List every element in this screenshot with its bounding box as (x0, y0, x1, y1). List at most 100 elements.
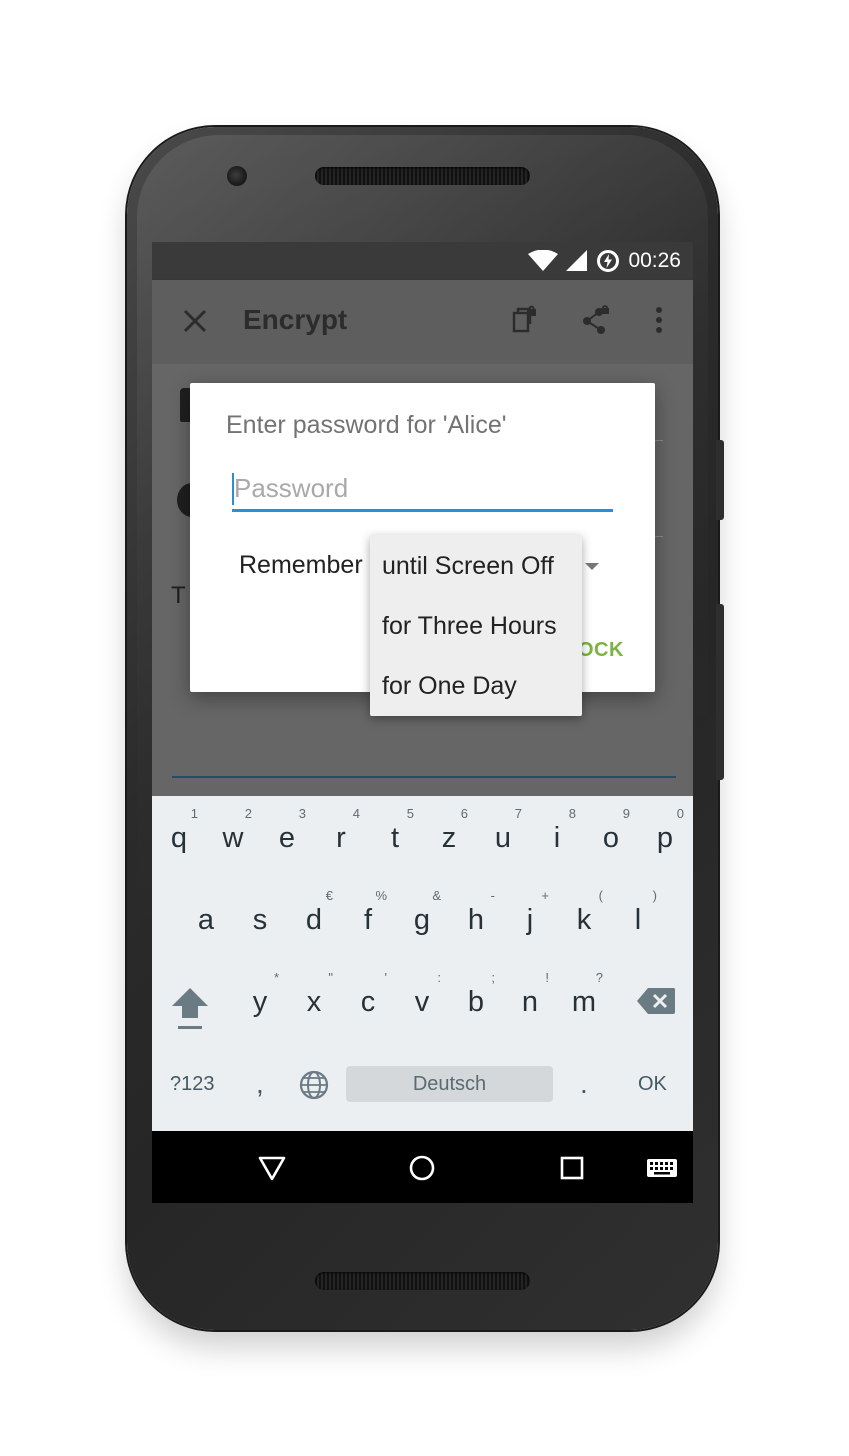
period-key[interactable]: . (580, 1068, 588, 1100)
close-icon[interactable] (180, 306, 210, 336)
key-label: q (170, 822, 188, 854)
status-time: 00:26 (628, 249, 681, 272)
content-text: T (171, 582, 186, 609)
backspace-icon[interactable] (636, 987, 676, 1015)
key-l[interactable]: l) (611, 888, 665, 938)
password-underline (232, 509, 613, 512)
symbols-key[interactable]: ?123 (170, 1073, 215, 1096)
home-icon[interactable] (407, 1153, 437, 1183)
ok-key[interactable]: OK (638, 1073, 667, 1096)
volume-button (716, 440, 724, 520)
key-d[interactable]: d € (287, 888, 341, 938)
key-a[interactable]: a (179, 902, 233, 938)
key-hint: " (328, 970, 333, 985)
overflow-menu-icon[interactable] (643, 304, 675, 336)
keyboard-switch-icon[interactable] (646, 1153, 678, 1183)
key-y[interactable]: y * (233, 970, 287, 1020)
key-hint: ' (384, 970, 387, 985)
key-z[interactable]: z6 (422, 806, 476, 856)
key-u[interactable]: u7 (476, 806, 530, 856)
key-hint: : (437, 970, 441, 985)
language-globe-icon[interactable] (298, 1069, 330, 1101)
key-label: n (521, 986, 539, 1018)
key-label: e (278, 822, 296, 854)
key-n[interactable]: n! (503, 970, 557, 1020)
key-p[interactable]: p0 (638, 806, 692, 856)
screen: 00:26 Encrypt T Enter password for 'Alic… (152, 242, 693, 1203)
key-hint: 1 (190, 806, 198, 821)
key-m[interactable]: m? (557, 970, 611, 1020)
unlock-button[interactable]: OCK (578, 639, 624, 662)
key-hint: ? (595, 970, 603, 985)
dropdown-option[interactable]: for One Day (382, 672, 517, 701)
key-hint: & (432, 888, 441, 903)
key-hint: 7 (514, 806, 522, 821)
key-hint: ( (598, 888, 603, 903)
password-field[interactable]: Password (232, 469, 613, 512)
key-w[interactable]: w2 (206, 806, 260, 856)
key-label: x (306, 986, 322, 1018)
key-label: g (413, 904, 431, 936)
key-c[interactable]: c ' (341, 970, 395, 1020)
key-hint: 4 (352, 806, 360, 821)
key-s[interactable]: s (233, 902, 287, 938)
key-hint: 8 (568, 806, 576, 821)
key-e[interactable]: e3 (260, 806, 314, 856)
key-hint: 9 (622, 806, 630, 821)
key-h[interactable]: h- (449, 888, 503, 938)
toolbar-title: Encrypt (243, 304, 348, 335)
front-camera (227, 166, 247, 186)
remember-label: Remember (239, 551, 363, 579)
key-o[interactable]: o9 (584, 806, 638, 856)
key-hint: + (541, 888, 549, 903)
share-encrypted-icon[interactable] (579, 304, 611, 336)
recents-icon[interactable] (557, 1153, 587, 1183)
space-bar[interactable]: Deutsch (346, 1066, 553, 1102)
back-icon[interactable] (257, 1153, 287, 1183)
key-x[interactable]: x " (287, 970, 341, 1020)
wifi-icon (528, 250, 559, 271)
key-label: p (656, 822, 674, 854)
key-t[interactable]: t5 (368, 806, 422, 856)
dropdown-option[interactable]: for Three Hours (382, 612, 557, 641)
signal-icon (566, 250, 588, 271)
key-label: w (222, 822, 244, 854)
key-hint: 5 (406, 806, 414, 821)
key-j[interactable]: j + (503, 888, 557, 938)
password-placeholder: Password (234, 473, 349, 503)
key-label: a (197, 904, 215, 936)
key-k[interactable]: k( (557, 888, 611, 938)
key-hint: * (273, 970, 279, 985)
key-label: z (441, 822, 457, 854)
key-q[interactable]: q1 (152, 806, 206, 856)
key-r[interactable]: r4 (314, 806, 368, 856)
spinner-arrow-icon[interactable] (585, 563, 599, 570)
key-label: f (363, 904, 373, 936)
shift-icon[interactable] (170, 986, 210, 1032)
key-hint: 2 (244, 806, 252, 821)
key-f[interactable]: f% (341, 888, 395, 938)
message-input-underline (172, 776, 676, 778)
key-i[interactable]: i8 (530, 806, 584, 856)
key-label: o (602, 822, 620, 854)
status-bar: 00:26 (152, 242, 693, 280)
key-hint: ! (545, 970, 549, 985)
key-g[interactable]: g & (395, 888, 449, 938)
key-hint: 6 (460, 806, 468, 821)
key-hint: 0 (676, 806, 684, 821)
key-label: v (414, 986, 430, 1018)
key-hint: € (325, 888, 333, 903)
content-divider (655, 536, 663, 537)
app-toolbar: Encrypt (152, 280, 693, 364)
key-label: d (305, 904, 323, 936)
key-v[interactable]: v: (395, 970, 449, 1020)
key-label: r (336, 822, 346, 854)
key-label: u (494, 822, 512, 854)
key-b[interactable]: b; (449, 970, 503, 1020)
comma-key[interactable]: , (256, 1068, 264, 1100)
content-divider (655, 440, 663, 441)
power-button (716, 604, 724, 780)
key-hint: % (375, 888, 387, 903)
copy-encrypted-icon[interactable] (508, 304, 540, 336)
dropdown-option[interactable]: until Screen Off (382, 552, 554, 581)
